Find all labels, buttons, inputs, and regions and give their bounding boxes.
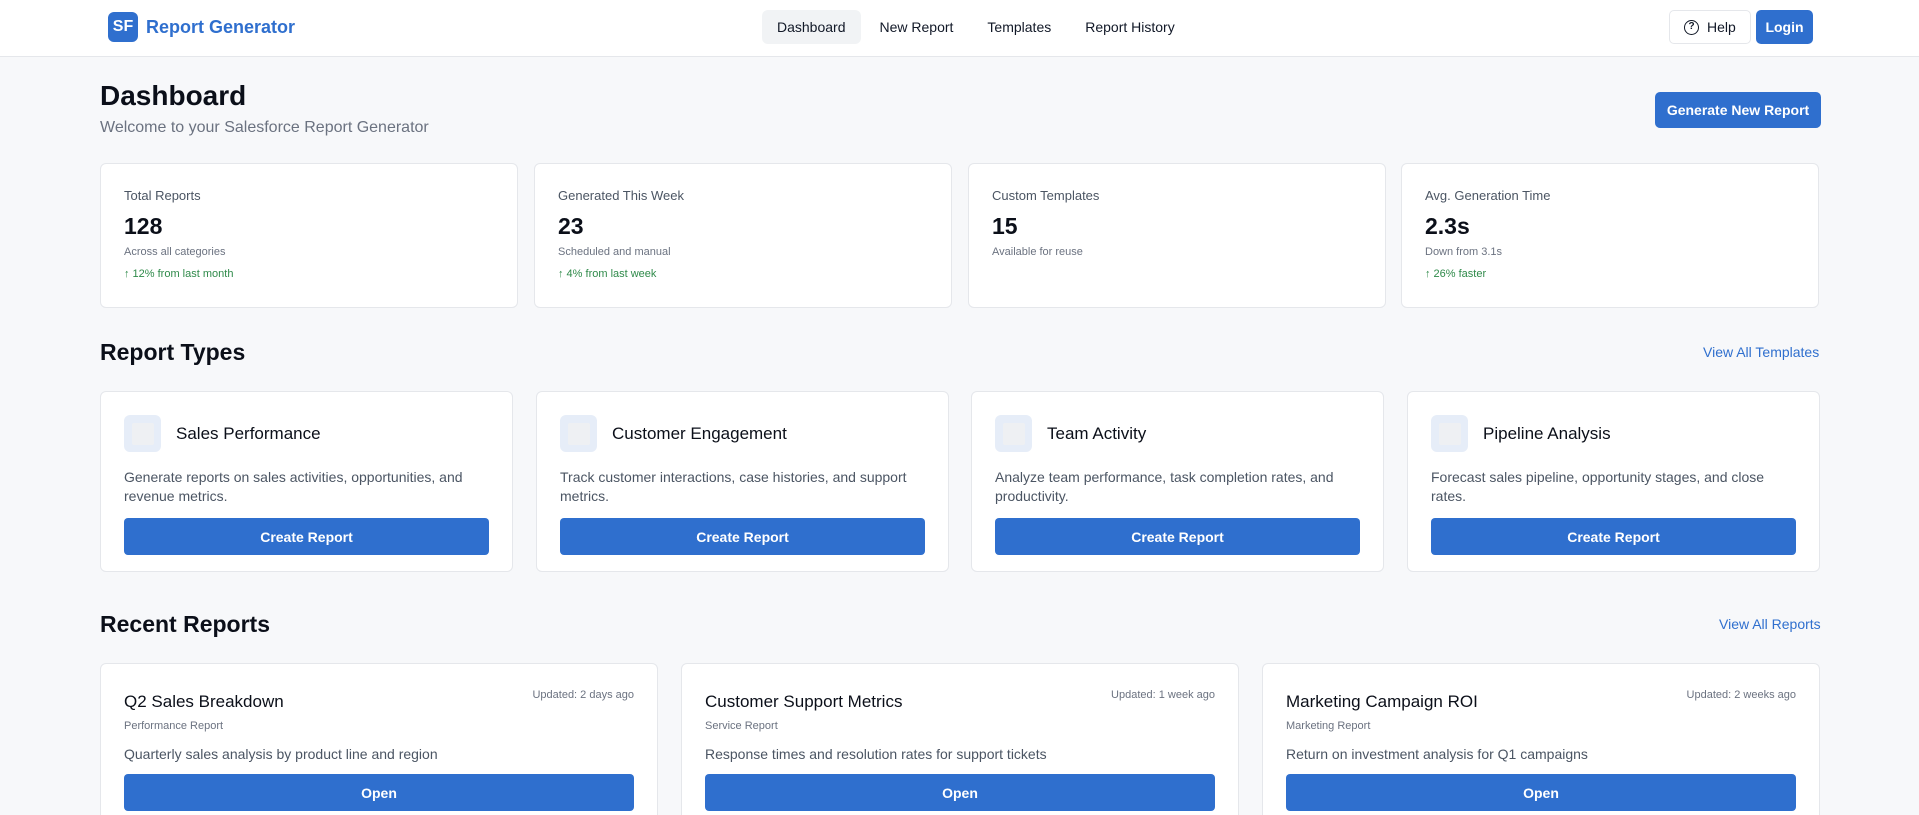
- stat-value: 15: [992, 213, 1018, 239]
- report-type-description: Generate reports on sales activities, op…: [124, 469, 463, 504]
- recent-report-card: Customer Support Metrics Updated: 1 week…: [681, 663, 1239, 815]
- generate-new-report-button[interactable]: Generate New Report: [1655, 92, 1821, 128]
- open-report-button[interactable]: Open: [124, 774, 634, 811]
- recent-report-updated: Updated: 1 week ago: [1111, 689, 1215, 701]
- main-nav: Dashboard New Report Templates Report Hi…: [762, 10, 1190, 44]
- nav-item-report-history[interactable]: Report History: [1070, 10, 1189, 44]
- brand-logo: SF: [108, 12, 138, 42]
- stat-trend: ↑ 4% from last week: [558, 268, 657, 280]
- users-icon: [560, 415, 597, 452]
- stat-label: Custom Templates: [992, 188, 1100, 203]
- top-navbar: SF Report Generator Dashboard New Report…: [0, 0, 1919, 57]
- create-report-button[interactable]: Create Report: [560, 518, 925, 555]
- recent-report-title: Customer Support Metrics: [705, 692, 903, 711]
- stat-description: Across all categories: [124, 246, 226, 258]
- recent-report-type: Marketing Report: [1286, 720, 1371, 732]
- help-button-label: Help: [1707, 19, 1736, 35]
- page-title: Dashboard: [100, 80, 247, 111]
- stat-trend: ↑ 12% from last month: [124, 268, 234, 280]
- nav-item-new-report[interactable]: New Report: [865, 10, 969, 44]
- recent-report-updated: Updated: 2 days ago: [532, 689, 634, 701]
- recent-report-title: Marketing Campaign ROI: [1286, 692, 1478, 711]
- stat-card-custom-templates: Custom Templates 15 Available for reuse: [968, 163, 1386, 308]
- report-type-title: Sales Performance: [176, 423, 321, 443]
- stat-card-total-reports: Total Reports 128 Across all categories …: [100, 163, 518, 308]
- view-all-templates-link[interactable]: View All Templates: [1703, 344, 1819, 360]
- report-type-card-customer-engagement: Customer Engagement Track customer inter…: [536, 391, 949, 572]
- recent-report-card: Q2 Sales Breakdown Updated: 2 days ago P…: [100, 663, 658, 815]
- pipeline-icon: [1431, 415, 1468, 452]
- report-type-title: Customer Engagement: [612, 423, 787, 443]
- recent-report-description: Response times and resolution rates for …: [705, 746, 1047, 762]
- page-subtitle: Welcome to your Salesforce Report Genera…: [100, 119, 429, 136]
- report-type-card-sales-performance: Sales Performance Generate reports on sa…: [100, 391, 513, 572]
- recent-report-updated: Updated: 2 weeks ago: [1686, 689, 1796, 701]
- stat-value: 128: [124, 213, 163, 239]
- stat-description: Down from 3.1s: [1425, 246, 1503, 258]
- report-type-card-pipeline-analysis: Pipeline Analysis Forecast sales pipelin…: [1407, 391, 1820, 572]
- nav-item-dashboard[interactable]: Dashboard: [762, 10, 861, 44]
- view-all-reports-link[interactable]: View All Reports: [1719, 616, 1821, 632]
- stat-card-avg-generation-time: Avg. Generation Time 2.3s Down from 3.1s…: [1401, 163, 1819, 308]
- report-type-card-team-activity: Team Activity Analyze team performance, …: [971, 391, 1384, 572]
- stat-label: Total Reports: [124, 188, 201, 203]
- recent-reports-heading: Recent Reports: [100, 611, 270, 637]
- brand[interactable]: SF Report Generator: [108, 12, 295, 42]
- recent-report-type: Performance Report: [124, 720, 224, 732]
- recent-report-card: Marketing Campaign ROI Updated: 2 weeks …: [1262, 663, 1820, 815]
- stat-card-generated-this-week: Generated This Week 23 Scheduled and man…: [534, 163, 952, 308]
- brand-name: Report Generator: [146, 16, 296, 37]
- stat-description: Available for reuse: [992, 246, 1083, 258]
- stat-description: Scheduled and manual: [558, 246, 671, 258]
- stat-label: Generated This Week: [558, 188, 684, 203]
- create-report-button[interactable]: Create Report: [995, 518, 1360, 555]
- report-types-heading: Report Types: [100, 339, 246, 365]
- report-type-description: Analyze team performance, task completio…: [995, 469, 1334, 504]
- chart-bar-icon: [124, 415, 161, 452]
- open-report-button[interactable]: Open: [1286, 774, 1796, 811]
- recent-report-description: Quarterly sales analysis by product line…: [124, 746, 438, 762]
- nav-item-templates[interactable]: Templates: [972, 10, 1066, 44]
- recent-report-title: Q2 Sales Breakdown: [124, 692, 284, 711]
- report-type-title: Team Activity: [1047, 423, 1147, 443]
- recent-report-description: Return on investment analysis for Q1 cam…: [1286, 746, 1588, 762]
- stat-value: 23: [558, 213, 584, 239]
- create-report-button[interactable]: Create Report: [124, 518, 489, 555]
- stat-label: Avg. Generation Time: [1425, 188, 1551, 203]
- report-type-description: Track customer interactions, case histor…: [560, 469, 907, 504]
- stat-trend: ↑ 26% faster: [1425, 268, 1487, 280]
- report-type-title: Pipeline Analysis: [1483, 423, 1611, 443]
- activity-icon: [995, 415, 1032, 452]
- recent-report-type: Service Report: [705, 720, 778, 732]
- stat-value: 2.3s: [1425, 213, 1470, 239]
- open-report-button[interactable]: Open: [705, 774, 1215, 811]
- help-button[interactable]: ? Help: [1669, 10, 1751, 44]
- question-circle-icon: ?: [1684, 19, 1699, 35]
- create-report-button[interactable]: Create Report: [1431, 518, 1796, 555]
- report-type-description: Forecast sales pipeline, opportunity sta…: [1431, 469, 1765, 504]
- login-button[interactable]: Login: [1756, 10, 1813, 44]
